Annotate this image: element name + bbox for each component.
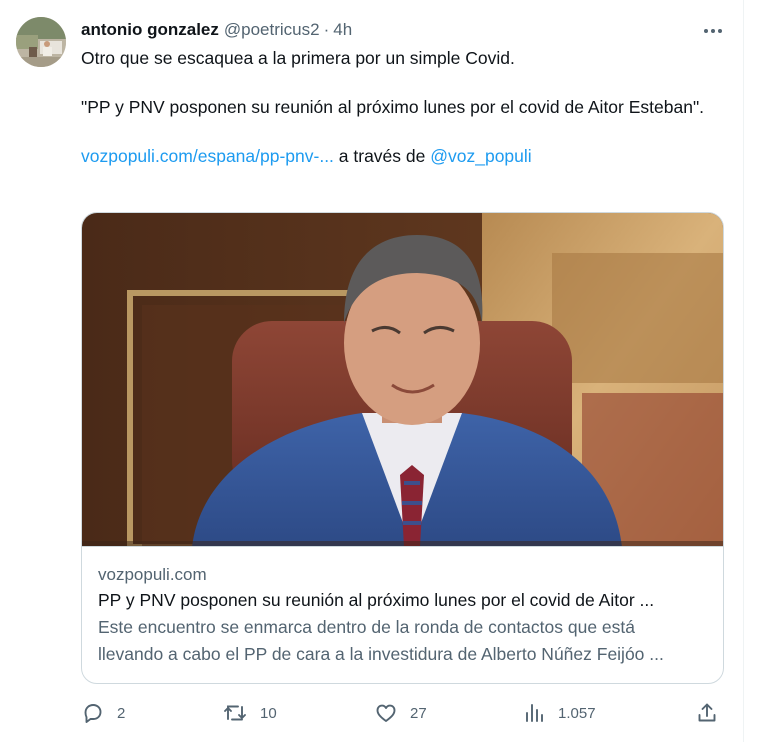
- reply-button[interactable]: 2: [81, 700, 125, 726]
- views-icon: [526, 704, 543, 722]
- reply-count: 2: [117, 704, 126, 722]
- retweet-count: 10: [260, 704, 277, 722]
- more-icon: [704, 29, 722, 33]
- tweet-link-line: vozpopuli.com/espana/pp-pnv-... a través…: [81, 144, 721, 169]
- card-description-line: llevando a cabo el PP de cara a la inves…: [98, 644, 664, 664]
- views-button[interactable]: 1.057: [524, 700, 596, 726]
- tweet-text-line: Otro que se escaquea a la primera por un…: [81, 48, 515, 68]
- avatar[interactable]: [16, 17, 66, 67]
- like-button[interactable]: 27: [374, 700, 427, 726]
- article-link[interactable]: vozpopuli.com/espana/pp-pnv-...: [81, 146, 334, 166]
- author-name[interactable]: antonio gonzalez: [81, 20, 219, 40]
- tweet-text: Otro que se escaquea a la primera por un…: [81, 46, 721, 169]
- column-divider: [743, 0, 744, 742]
- via-text: a través de: [333, 146, 431, 166]
- separator-dot: ·: [323, 20, 330, 39]
- author-handle[interactable]: @poetricus2: [224, 20, 320, 40]
- card-image[interactable]: [82, 213, 723, 547]
- share-icon: [698, 703, 716, 722]
- card-title: PP y PNV posponen su reunión al próximo …: [98, 590, 655, 610]
- retweet-button[interactable]: 10: [222, 700, 277, 726]
- tweet-header: antonio gonzalez @poetricus2 · 4h: [81, 18, 727, 42]
- like-count: 27: [410, 704, 427, 722]
- views-count: 1.057: [558, 704, 596, 722]
- tweet[interactable]: antonio gonzalez @poetricus2 · 4h Otro q…: [0, 0, 743, 742]
- retweet-icon: [224, 705, 246, 721]
- tweet-time[interactable]: 4h: [333, 20, 352, 40]
- via-handle-link[interactable]: @voz_populi: [430, 146, 531, 166]
- card-description: Este encuentro se enmarca dentro de la r…: [98, 614, 709, 668]
- reply-icon: [84, 704, 102, 723]
- share-button[interactable]: [695, 700, 719, 726]
- card-meta: vozpopuli.com PP y PNV posponen su reuni…: [98, 563, 709, 668]
- more-button[interactable]: [700, 18, 726, 44]
- action-bar: 2 10 27 1.057: [81, 700, 727, 726]
- link-card[interactable]: vozpopuli.com PP y PNV posponen su reuni…: [81, 212, 724, 684]
- card-domain: vozpopuli.com: [98, 565, 207, 584]
- tweet-quote: "PP y PNV posponen su reunión al próximo…: [81, 97, 705, 117]
- card-description-line: Este encuentro se enmarca dentro de la r…: [98, 617, 636, 637]
- like-icon: [376, 704, 396, 722]
